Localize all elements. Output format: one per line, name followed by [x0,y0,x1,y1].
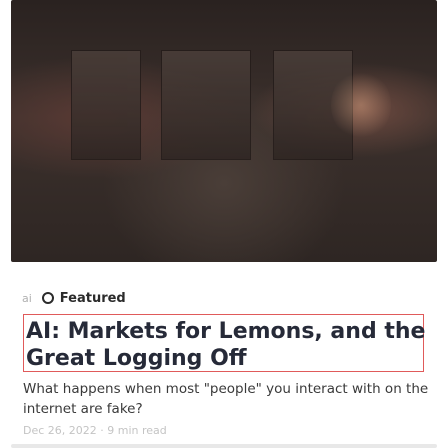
circle-icon [41,292,54,304]
publication-logo[interactable]: ai [22,292,32,305]
hero-image-detail [331,70,391,140]
featured-label: Featured [59,290,126,306]
post-subtitle[interactable]: What happens when most "people" you inte… [23,379,433,419]
post-date-readtime: Dec 26, 2022 · 9 min read [23,424,167,437]
post-card[interactable]: ai Featured AI: Markets for Lemons, and … [0,0,448,448]
post-title[interactable]: AI: Markets for Lemons, and the Great Lo… [26,318,426,372]
next-card-edge [11,444,437,448]
featured-badge: Featured [41,290,126,306]
hero-image-detail [71,50,141,160]
hero-image-detail [161,50,251,160]
post-meta-row: ai Featured [22,288,126,308]
hero-image[interactable] [11,0,437,262]
